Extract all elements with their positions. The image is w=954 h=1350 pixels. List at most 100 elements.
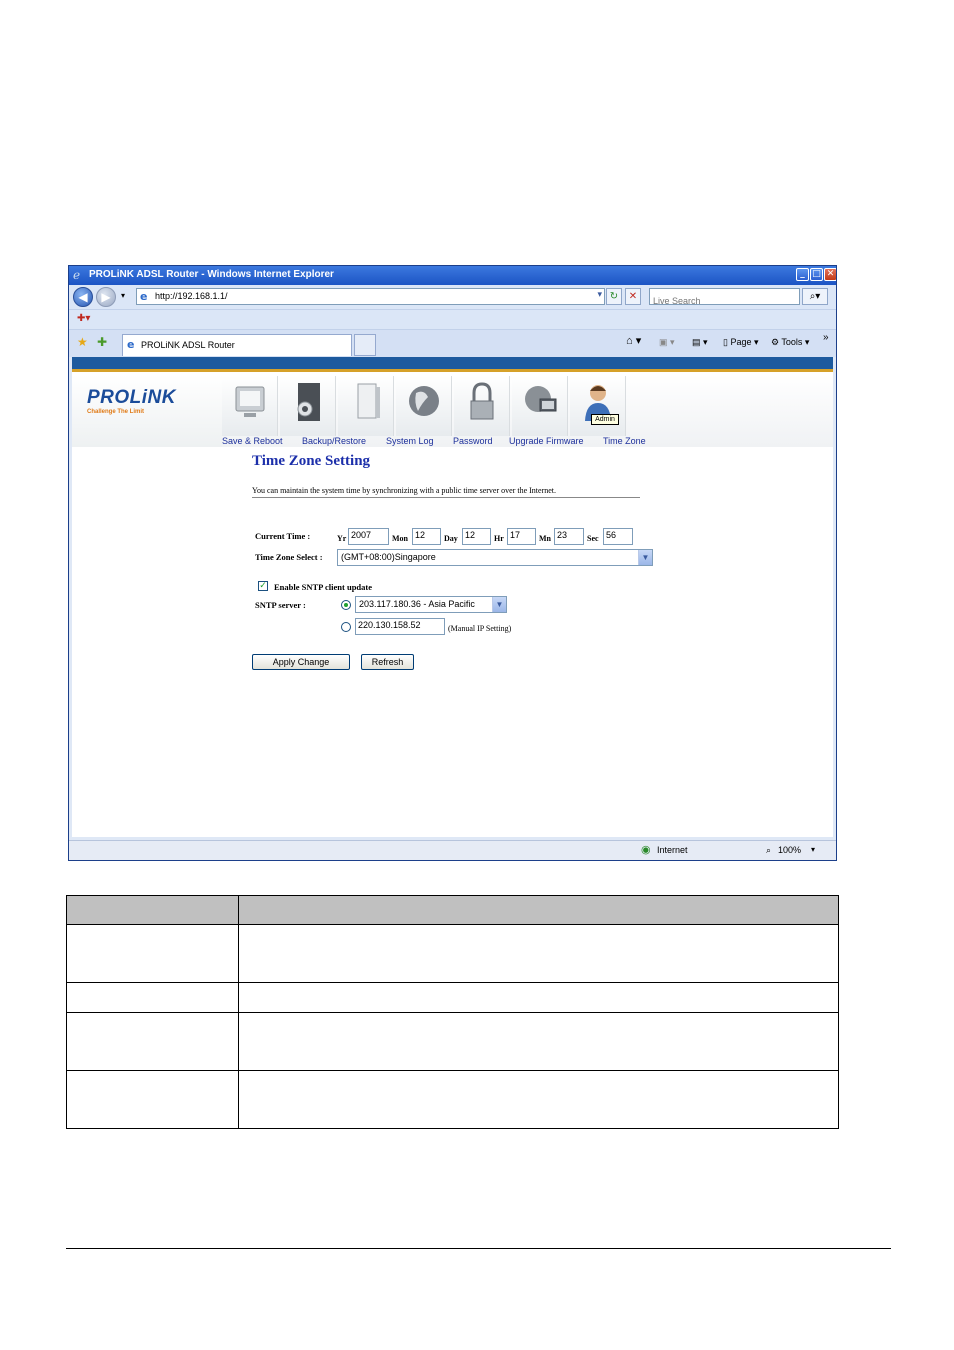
- apply-change-button[interactable]: Apply Change: [252, 654, 350, 670]
- page-menu-label: Page: [730, 337, 752, 347]
- live-search-field[interactable]: [649, 288, 800, 309]
- print-icon[interactable]: ▤ ▾: [692, 337, 708, 348]
- table-row: [66, 924, 839, 983]
- window-title: PROLiNK ADSL Router - Windows Internet E…: [89, 269, 334, 280]
- url-dropdown-icon[interactable]: ▾: [597, 290, 602, 300]
- new-tab-button[interactable]: [354, 334, 376, 356]
- page-menu[interactable]: ▯ Page ▾: [723, 337, 759, 348]
- prolink-logo: PROLiNK: [87, 387, 176, 408]
- title-bar: ℯ PROLiNK ADSL Router - Windows Internet…: [69, 266, 836, 285]
- menu-icon-gear-box[interactable]: [280, 376, 336, 436]
- table-header-cell: [66, 895, 239, 925]
- security-zone: Internet: [657, 845, 688, 855]
- maximize-button[interactable]: □: [810, 268, 823, 281]
- menu-save-reboot[interactable]: Save & Reboot: [222, 436, 283, 446]
- globe-icon: [409, 386, 439, 416]
- back-button[interactable]: ◀: [73, 287, 93, 307]
- table-row: [66, 1070, 839, 1129]
- menu-system-log[interactable]: System Log: [386, 436, 434, 446]
- links-bar: ✚▾: [69, 309, 836, 329]
- favorites-star-icon[interactable]: ★: [77, 335, 88, 349]
- enable-sntp-label: Enable SNTP client update: [274, 582, 373, 592]
- toolbar-icon[interactable]: ✚▾: [77, 313, 90, 324]
- search-input[interactable]: [650, 293, 799, 309]
- second-unit: Sec: [587, 534, 599, 543]
- menu-icon-lock[interactable]: [454, 376, 510, 436]
- minute-input[interactable]: 23: [554, 528, 584, 545]
- chevron-down-icon: ▼: [638, 550, 652, 565]
- hour-input[interactable]: 17: [507, 528, 536, 545]
- forward-button[interactable]: ▶: [96, 287, 116, 307]
- table-cell: [238, 1070, 839, 1129]
- recent-pages-dropdown-icon[interactable]: ▾: [121, 291, 125, 300]
- table-cell: [238, 1012, 839, 1071]
- tools-menu[interactable]: ⚙ Tools ▾: [771, 337, 809, 348]
- gear-box-icon: [297, 383, 320, 421]
- url-field[interactable]: e http://192.168.1.1/ ▾: [136, 288, 605, 305]
- time-zone-value: (GMT+08:00)Singapore: [341, 552, 436, 562]
- zoom-icon[interactable]: ⌕: [766, 845, 771, 856]
- table-cell: [66, 1070, 239, 1129]
- day-input[interactable]: 12: [462, 528, 491, 545]
- monitor-icon: [235, 386, 265, 417]
- search-button[interactable]: ⌕▾: [802, 288, 828, 305]
- page-icon: e: [140, 290, 148, 303]
- menu-icon-globe-computer[interactable]: [512, 376, 568, 436]
- refresh-button[interactable]: Refresh: [361, 654, 414, 670]
- day-unit: Day: [444, 534, 458, 543]
- browser-window: ℯ PROLiNK ADSL Router - Windows Internet…: [68, 265, 837, 861]
- page-content: PROLiNK Challenge The Limit Admin Save &…: [72, 357, 833, 837]
- hour-unit: Hr: [494, 534, 504, 543]
- table-row: [66, 982, 839, 1013]
- sntp-manual-radio[interactable]: [341, 622, 351, 632]
- menu-icon-monitor[interactable]: [222, 376, 278, 436]
- menu-time-zone[interactable]: Time Zone: [603, 436, 646, 446]
- stop-button[interactable]: ✕: [625, 288, 641, 305]
- menu-backup-restore[interactable]: Backup/Restore: [302, 436, 366, 446]
- table-row: [66, 1012, 839, 1071]
- tab-prolink-router[interactable]: e PROLiNK ADSL Router: [122, 334, 352, 356]
- menu-icon-admin[interactable]: [570, 376, 626, 436]
- server-icon: [357, 383, 380, 419]
- sntp-preset-radio[interactable]: [341, 600, 351, 610]
- close-button[interactable]: ✕: [824, 268, 836, 281]
- year-input[interactable]: 2007: [348, 528, 389, 545]
- status-bar: ◉ Internet ⌕ 100% ▾: [69, 840, 836, 860]
- manual-ip-input[interactable]: 220.130.158.52: [355, 618, 445, 635]
- divider: [252, 497, 640, 498]
- enable-sntp-checkbox[interactable]: ✓: [258, 581, 268, 591]
- sntp-server-label: SNTP server :: [255, 600, 306, 610]
- add-favorites-icon[interactable]: ✚: [97, 335, 107, 349]
- menu-icon-globe[interactable]: [396, 376, 452, 436]
- minute-unit: Mn: [539, 534, 551, 543]
- feeds-icon[interactable]: ▣ ▾: [659, 337, 675, 348]
- menu-icon-server[interactable]: [338, 376, 394, 436]
- current-time-label: Current Time :: [255, 531, 311, 541]
- zoom-dropdown-icon[interactable]: ▾: [811, 845, 815, 854]
- second-input[interactable]: 56: [603, 528, 633, 545]
- home-icon[interactable]: ⌂ ▾: [626, 334, 641, 347]
- month-input[interactable]: 12: [412, 528, 441, 545]
- time-zone-select[interactable]: (GMT+08:00)Singapore ▼: [337, 549, 653, 566]
- lock-icon: [470, 382, 494, 420]
- month-unit: Mon: [392, 534, 408, 543]
- table-cell: [66, 924, 239, 983]
- year-unit: Yr: [337, 534, 347, 543]
- minimize-button[interactable]: _: [796, 268, 809, 281]
- description-table: [66, 895, 839, 1129]
- menu-upgrade-firmware[interactable]: Upgrade Firmware: [509, 436, 584, 446]
- tabs-bar: ★ ✚ e PROLiNK ADSL Router ⌂ ▾ ▣ ▾ ▤ ▾ ▯ …: [69, 329, 836, 357]
- zoom-level[interactable]: 100%: [778, 845, 801, 855]
- menu-password[interactable]: Password: [453, 436, 493, 446]
- table-cell: [238, 982, 839, 1013]
- sntp-server-value: 203.117.180.36 - Asia Pacific: [359, 599, 475, 609]
- sntp-server-select[interactable]: 203.117.180.36 - Asia Pacific ▼: [355, 596, 507, 613]
- footer-divider: [66, 1248, 891, 1249]
- admin-tooltip: Admin: [591, 414, 619, 425]
- ie-logo-icon: ℯ: [73, 268, 81, 282]
- header-strip: [72, 357, 833, 372]
- toolbar-chevron[interactable]: »: [823, 332, 829, 343]
- logo-tagline: Challenge The Limit: [87, 409, 145, 415]
- refresh-page-button[interactable]: ↻: [606, 288, 622, 305]
- address-bar: ◀ ▶ ▾ e http://192.168.1.1/ ▾ ↻ ✕ ⌕▾: [69, 285, 836, 309]
